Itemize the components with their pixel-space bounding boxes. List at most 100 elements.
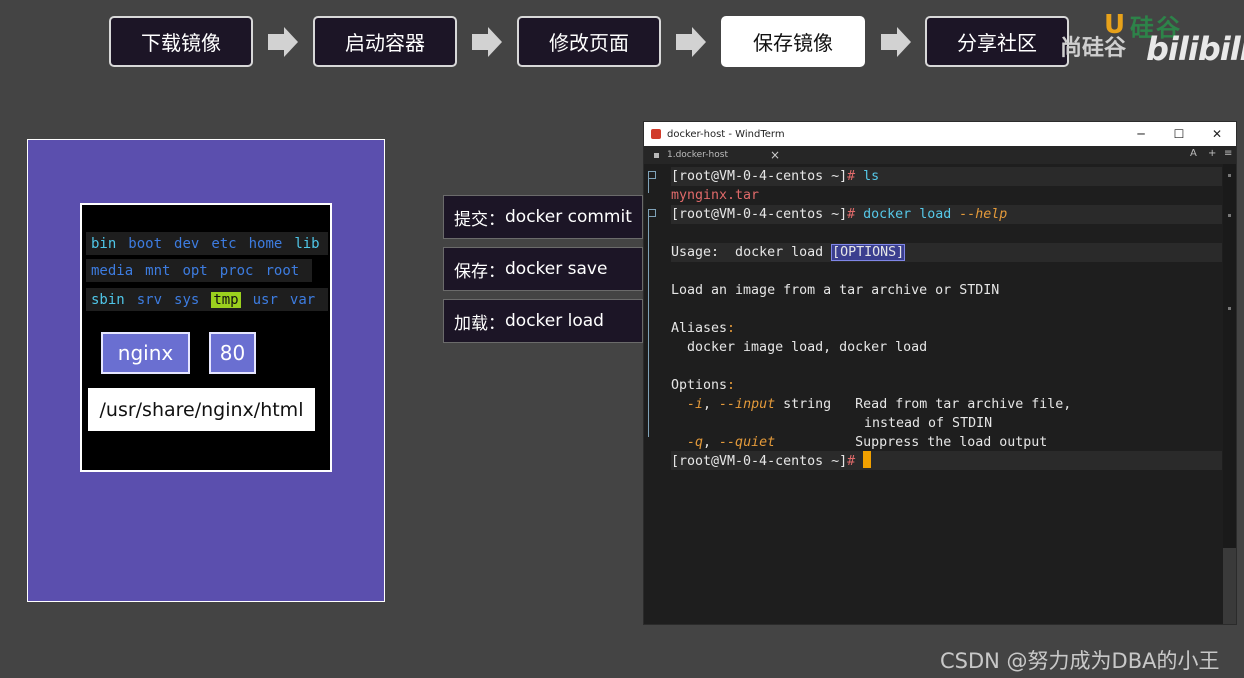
option-description: Read from tar archive file, (855, 397, 1072, 412)
font-icon[interactable]: A (1190, 148, 1197, 159)
command-label: 加载： (454, 313, 505, 334)
command-label: 保存： (454, 261, 505, 282)
dir-item: usr (252, 291, 278, 308)
terminal-line: [root@VM-0-4-centos ~]# (671, 451, 872, 471)
option-type: string (775, 397, 832, 412)
prompt: [root@VM-0-4-centos ~] (671, 169, 848, 184)
option-separator: , (703, 397, 720, 412)
terminal-line: [root@VM-0-4-centos ~]# docker load --he… (671, 205, 1007, 224)
fold-marker-icon (648, 171, 656, 179)
dir-item: boot (128, 235, 163, 252)
menu-icon[interactable]: ≡ (1224, 148, 1232, 159)
maximize-button[interactable]: ☐ (1160, 122, 1198, 146)
dir-item: bin (91, 235, 117, 252)
port-label: 80 (209, 332, 256, 374)
title-bar[interactable]: docker-host - WindTerm ─ ☐ ✕ (644, 122, 1236, 146)
terminal-line: Load an image from a tar archive or STDI… (671, 281, 999, 300)
command-flag: --help (959, 207, 1008, 222)
close-button[interactable]: ✕ (1198, 122, 1236, 146)
dir-item: root (265, 262, 300, 279)
option-description: instead of STDIN (864, 416, 993, 431)
dir-item-highlighted: tmp (211, 291, 241, 308)
command-text: docker load (505, 311, 604, 331)
command-commit: 提交： docker commit (443, 195, 643, 239)
tab-icon (654, 152, 659, 158)
aliases-label: Aliases (671, 321, 728, 336)
dir-item: lib (294, 235, 320, 252)
step-share-community: 分享社区 (925, 16, 1069, 67)
scroll-marker (1228, 307, 1231, 310)
arrow-right-icon (472, 27, 502, 57)
command: ls (863, 169, 880, 184)
options-label: Options (671, 378, 728, 393)
text-cursor (863, 451, 872, 468)
fold-line (648, 217, 659, 437)
tab-docker-host[interactable]: 1.docker-host × (648, 146, 780, 164)
dir-row: media mnt opt proc root (86, 259, 312, 282)
dir-item: var (289, 291, 316, 308)
terminal-line: Aliases: (671, 319, 735, 338)
step-modify-page: 修改页面 (517, 16, 661, 67)
command-load: 加载： docker load (443, 299, 643, 343)
command-save: 保存： docker save (443, 247, 643, 291)
scroll-marker (1228, 174, 1231, 177)
terminal-line: [root@VM-0-4-centos ~]# ls (671, 167, 879, 186)
command-text: docker save (505, 259, 608, 279)
brand-watermark: 尚硅谷 (1060, 36, 1127, 61)
aliases-text: docker image load, docker load (671, 340, 928, 355)
dir-item: opt (182, 262, 208, 279)
dir-item: sbin (91, 291, 125, 308)
dir-item: etc (211, 235, 237, 252)
terminal-output[interactable]: [root@VM-0-4-centos ~]# ls mynginx.tar [… (644, 164, 1222, 624)
dir-item: media (91, 262, 134, 279)
command-label: 提交： (454, 209, 505, 230)
output-file: mynginx.tar (671, 188, 760, 203)
csdn-watermark: CSDN @努力成为DBA的小王 (940, 649, 1220, 673)
dir-row: sbin srv sys tmp usr var (86, 288, 328, 311)
dir-item: dev (174, 235, 200, 252)
tab-close-icon[interactable]: × (770, 148, 780, 162)
mount-path-label: /usr/share/nginx/html (88, 388, 315, 431)
terminal-line: Options: (671, 376, 735, 395)
minimize-button[interactable]: ─ (1122, 122, 1160, 146)
terminal-window[interactable]: docker-host - WindTerm ─ ☐ ✕ 1.docker-ho… (643, 121, 1237, 625)
terminal-line: -i, --input string Read from tar archive… (671, 395, 1071, 414)
option-separator: , (703, 435, 720, 450)
option-short-flag: -i (687, 397, 704, 412)
usage-text: docker load (719, 245, 832, 260)
terminal-line: docker image load, docker load (671, 338, 927, 357)
fold-line (648, 179, 659, 193)
options-colon: : (727, 378, 736, 393)
arrow-right-icon (676, 27, 706, 57)
option-short-flag: -q (687, 435, 704, 450)
dir-item: proc (219, 262, 254, 279)
command-text: docker commit (505, 207, 632, 227)
step-download-image: 下载镜像 (109, 16, 253, 67)
terminal-line: mynginx.tar (671, 186, 759, 205)
arrow-right-icon (881, 27, 911, 57)
windterm-app-icon (651, 129, 661, 139)
prompt: [root@VM-0-4-centos ~] (671, 207, 848, 222)
step-start-container: 启动容器 (313, 16, 457, 67)
terminal-line: instead of STDIN (864, 414, 992, 433)
usage-options: [OPTIONS] (831, 244, 906, 261)
option-long-flag: --input (719, 397, 776, 412)
window-title: docker-host - WindTerm (667, 128, 785, 140)
terminal-line: Usage: docker load [OPTIONS] (671, 243, 906, 262)
aliases-colon: : (727, 321, 736, 336)
terminal-line: -q, --quiet Suppress the load output (671, 433, 1047, 452)
dir-item: srv (136, 291, 163, 308)
prompt: [root@VM-0-4-centos ~] (671, 454, 848, 469)
dir-row: bin boot dev etc home lib (86, 232, 328, 255)
step-save-image: 保存镜像 (721, 16, 865, 67)
option-description: Suppress the load output (855, 435, 1048, 450)
scroll-marker (1228, 214, 1231, 217)
new-tab-icon[interactable]: + (1208, 148, 1216, 159)
bilibili-watermark: bilibili (1146, 30, 1244, 68)
usage-label: Usage: (671, 245, 720, 260)
scrollbar[interactable] (1223, 164, 1236, 624)
fold-marker-icon (648, 209, 656, 217)
dir-item: mnt (145, 262, 171, 279)
scrollbar-thumb[interactable] (1223, 548, 1236, 624)
arrow-right-icon (268, 27, 298, 57)
